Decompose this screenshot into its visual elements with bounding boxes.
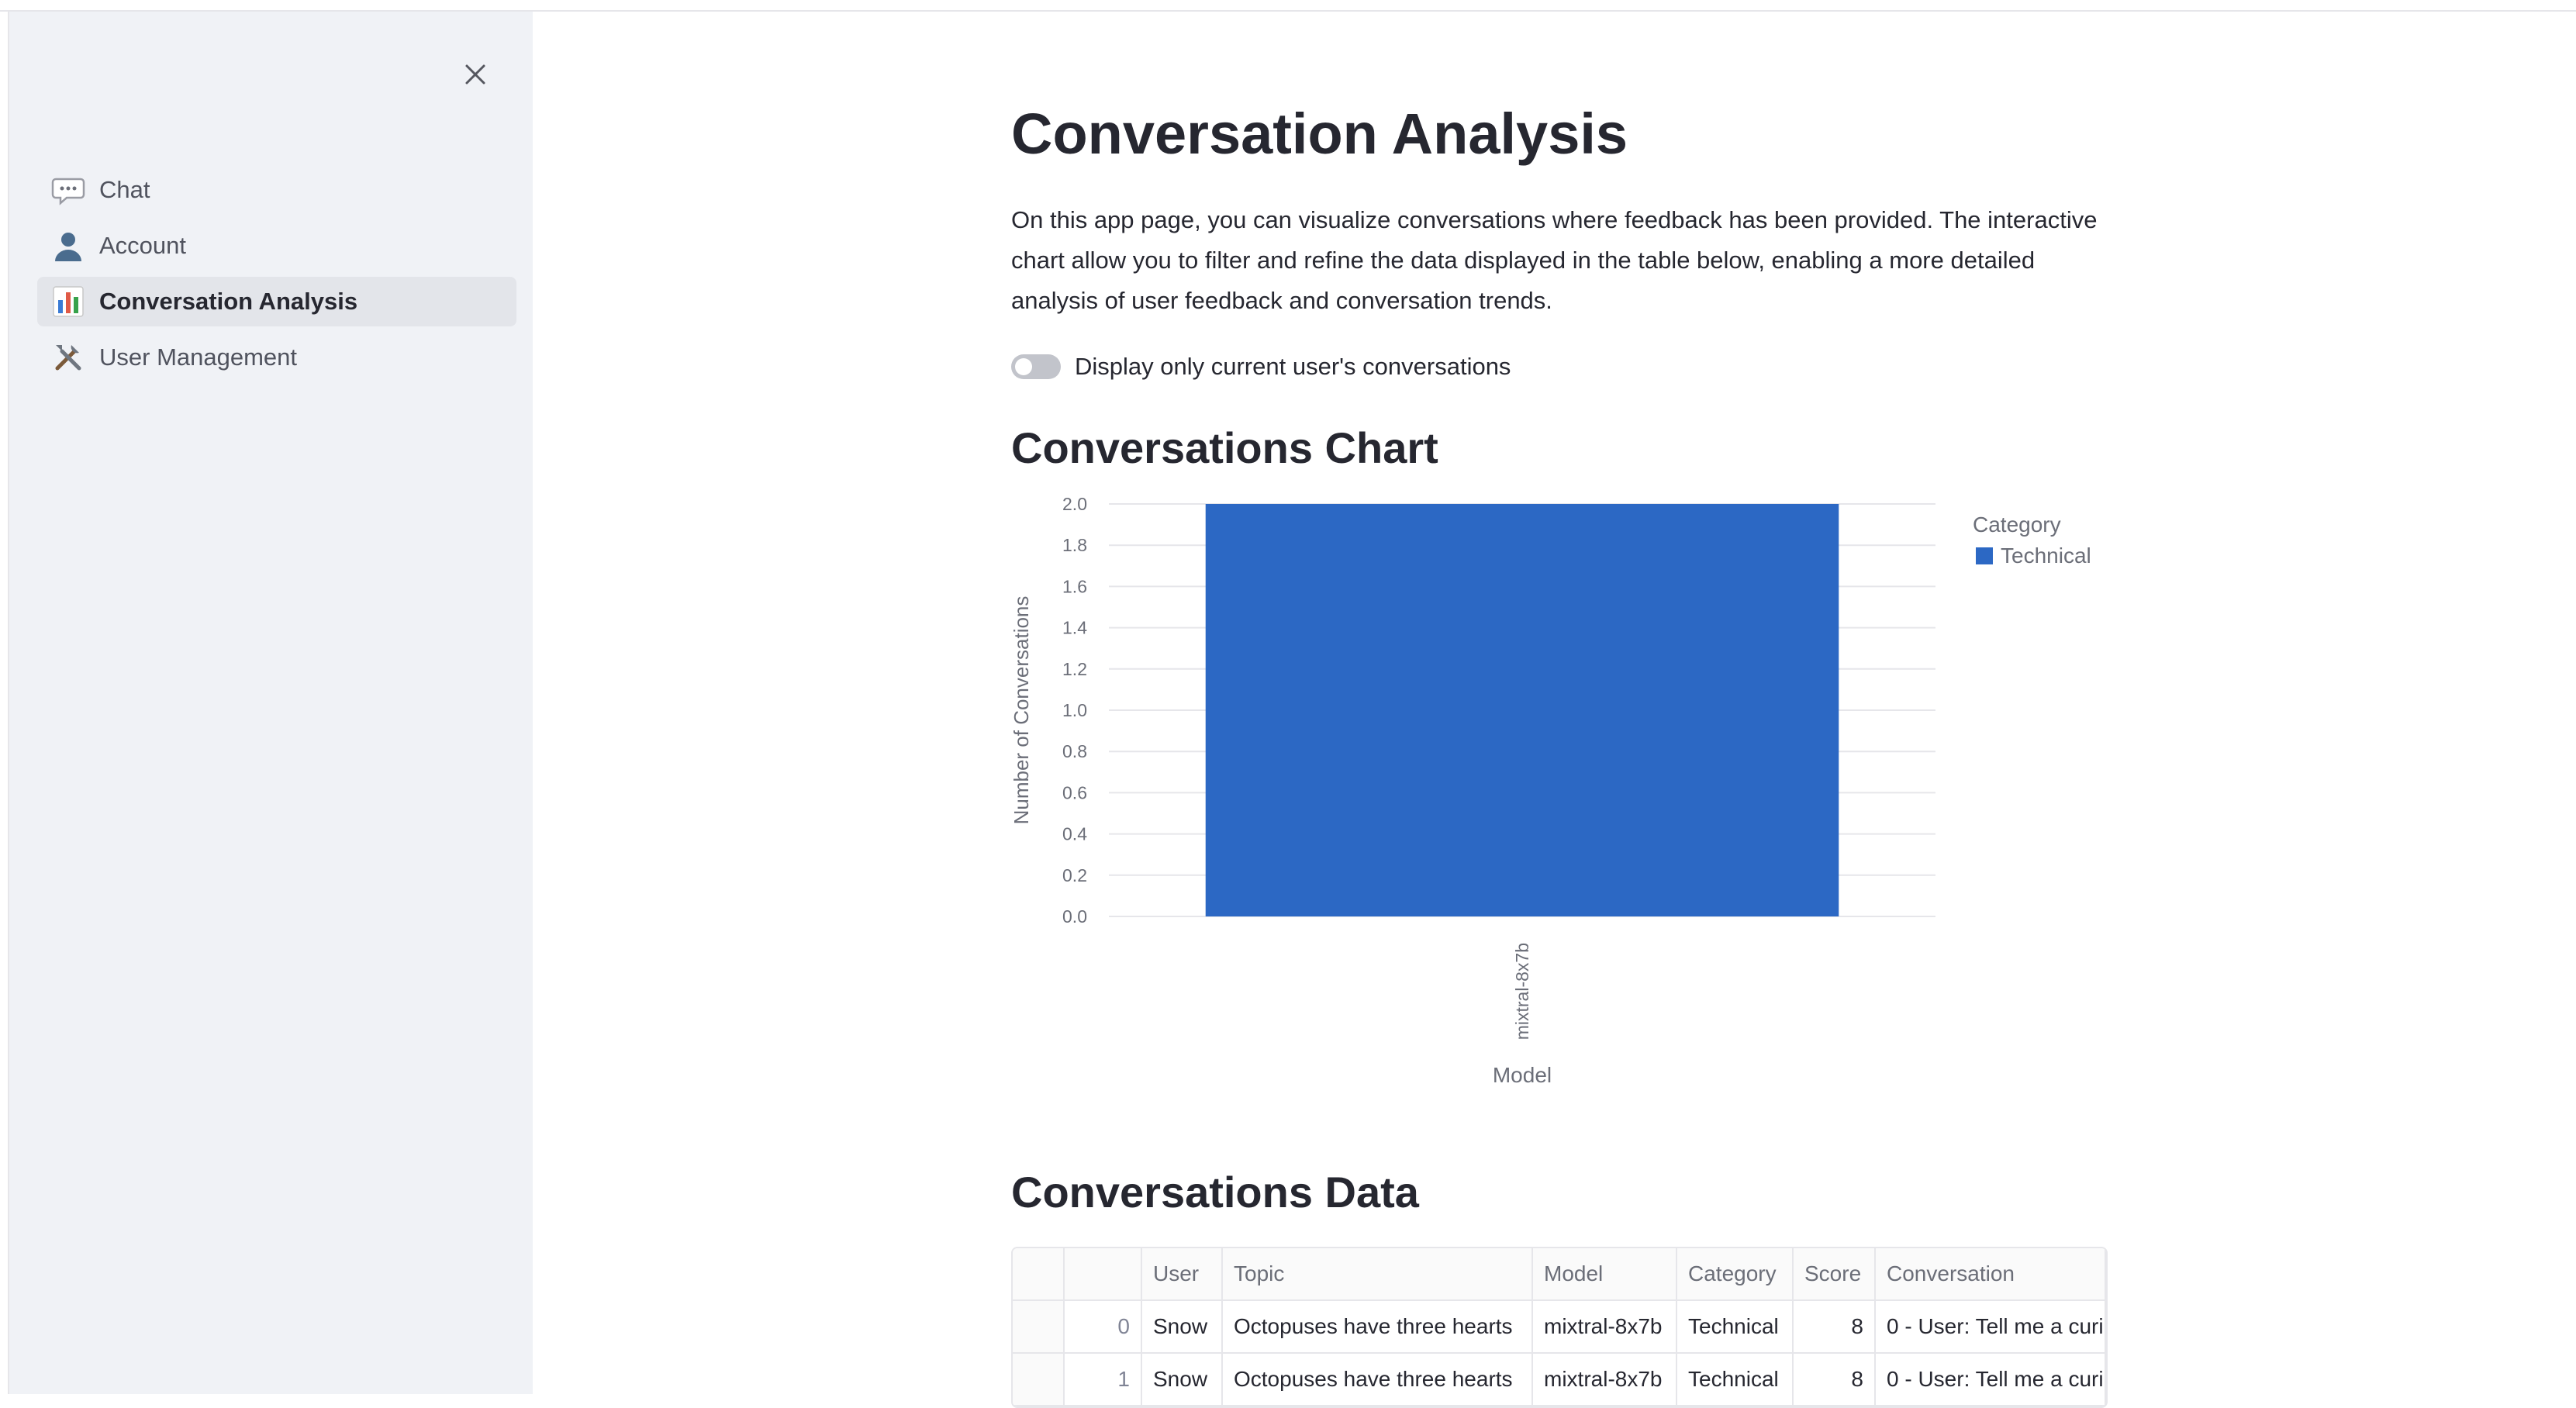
y-tick-label: 2.0 [1062, 494, 1087, 514]
cell-user[interactable]: Snow [1141, 1300, 1223, 1354]
toggle-label: Display only current user's conversation… [1075, 353, 1511, 380]
x-tick-label: mixtral-8x7b [1512, 943, 1532, 1040]
page-title: Conversation Analysis [1011, 102, 1628, 166]
y-tick-label: 0.2 [1062, 865, 1087, 885]
sidebar: Chat Account Conversation Analysis User … [8, 12, 533, 1394]
y-tick-label: 0.4 [1062, 824, 1087, 844]
cell-user[interactable]: Snow [1141, 1353, 1223, 1406]
column-header-score[interactable]: Score [1793, 1248, 1876, 1301]
y-tick-label: 1.4 [1062, 618, 1087, 638]
y-tick-label: 1.0 [1062, 700, 1087, 720]
chart-heading: Conversations Chart [1011, 423, 1438, 472]
legend-item: Technical [2001, 544, 2091, 568]
y-tick-label: 0.6 [1062, 782, 1087, 802]
sidebar-item-label: Conversation Analysis [99, 288, 358, 315]
tools-icon [51, 340, 85, 374]
y-tick-label: 0.0 [1062, 906, 1087, 927]
row-index: 1 [1064, 1353, 1142, 1406]
bar-chart-icon [51, 285, 85, 319]
sidebar-item-label: User Management [99, 343, 298, 371]
row-select-cell[interactable] [1013, 1300, 1065, 1354]
cell-score[interactable]: 8 [1793, 1300, 1876, 1354]
intro-text: On this app page, you can visualize conv… [1011, 206, 2098, 314]
sidebar-item-chat[interactable]: Chat [37, 165, 516, 215]
table-row[interactable]: 1 Snow Octopuses have three hearts mixtr… [1013, 1353, 2106, 1406]
sidebar-nav: Chat Account Conversation Analysis User … [37, 165, 516, 388]
column-header-model[interactable]: Model [1532, 1248, 1677, 1301]
table-row[interactable]: 0 Snow Octopuses have three hearts mixtr… [1013, 1300, 2106, 1354]
index-header [1064, 1248, 1142, 1301]
sidebar-item-label: Account [99, 232, 187, 259]
cell-topic[interactable]: Octopuses have three hearts [1222, 1300, 1533, 1354]
top-border [0, 0, 2576, 12]
data-heading: Conversations Data [1011, 1168, 1419, 1216]
current-user-toggle[interactable] [1011, 354, 1061, 379]
close-icon [465, 64, 485, 85]
current-user-toggle-row: Display only current user's conversation… [1011, 347, 1511, 386]
cell-category[interactable]: Technical [1676, 1300, 1794, 1354]
row-select-cell[interactable] [1013, 1353, 1065, 1406]
y-tick-label: 1.8 [1062, 535, 1087, 555]
bar [1205, 504, 1839, 916]
x-axis-title: Model [1493, 1063, 1552, 1087]
column-header-user[interactable]: User [1141, 1248, 1223, 1301]
cell-model[interactable]: mixtral-8x7b [1532, 1353, 1677, 1406]
y-tick-label: 1.2 [1062, 659, 1087, 679]
legend-title: Category [1973, 512, 2061, 537]
sidebar-item-account[interactable]: Account [37, 221, 516, 271]
user-icon [51, 229, 85, 263]
column-header-topic[interactable]: Topic [1222, 1248, 1533, 1301]
close-sidebar-button[interactable] [451, 50, 499, 98]
y-tick-label: 0.8 [1062, 741, 1087, 761]
sidebar-item-label: Chat [99, 176, 150, 203]
y-axis-title: Number of Conversations [1011, 596, 1033, 825]
sidebar-item-conversation-analysis[interactable]: Conversation Analysis [37, 277, 516, 326]
cell-score[interactable]: 8 [1793, 1353, 1876, 1406]
table-header-row: User Topic Model Category Score Conversa… [1013, 1248, 2106, 1301]
cell-topic[interactable]: Octopuses have three hearts [1222, 1353, 1533, 1406]
row-select-header[interactable] [1013, 1248, 1065, 1301]
cell-conversation[interactable]: 0 - User: Tell me a curi [1875, 1353, 2106, 1406]
y-tick-label: 1.6 [1062, 576, 1087, 596]
legend-swatch [1976, 547, 1993, 564]
conversations-chart[interactable]: 0.0 0.2 0.4 0.6 0.8 1.0 1.2 1.4 1.6 1.8 2.0 mixtral… [1010, 488, 2105, 1109]
column-header-category[interactable]: Category [1676, 1248, 1794, 1301]
cell-conversation[interactable]: 0 - User: Tell me a curi [1875, 1300, 2106, 1354]
sidebar-item-user-management[interactable]: User Management [37, 333, 516, 382]
conversations-table[interactable]: User Topic Model Category Score Conversa… [1011, 1247, 2108, 1408]
cell-model[interactable]: mixtral-8x7b [1532, 1300, 1677, 1354]
cell-category[interactable]: Technical [1676, 1353, 1794, 1406]
speech-bubble-icon [51, 173, 85, 207]
column-header-conversation[interactable]: Conversation [1875, 1248, 2106, 1301]
row-index: 0 [1064, 1300, 1142, 1354]
chart-svg: 0.0 0.2 0.4 0.6 0.8 1.0 1.2 1.4 1.6 1.8 2.0 mixtral… [1010, 494, 2091, 1087]
